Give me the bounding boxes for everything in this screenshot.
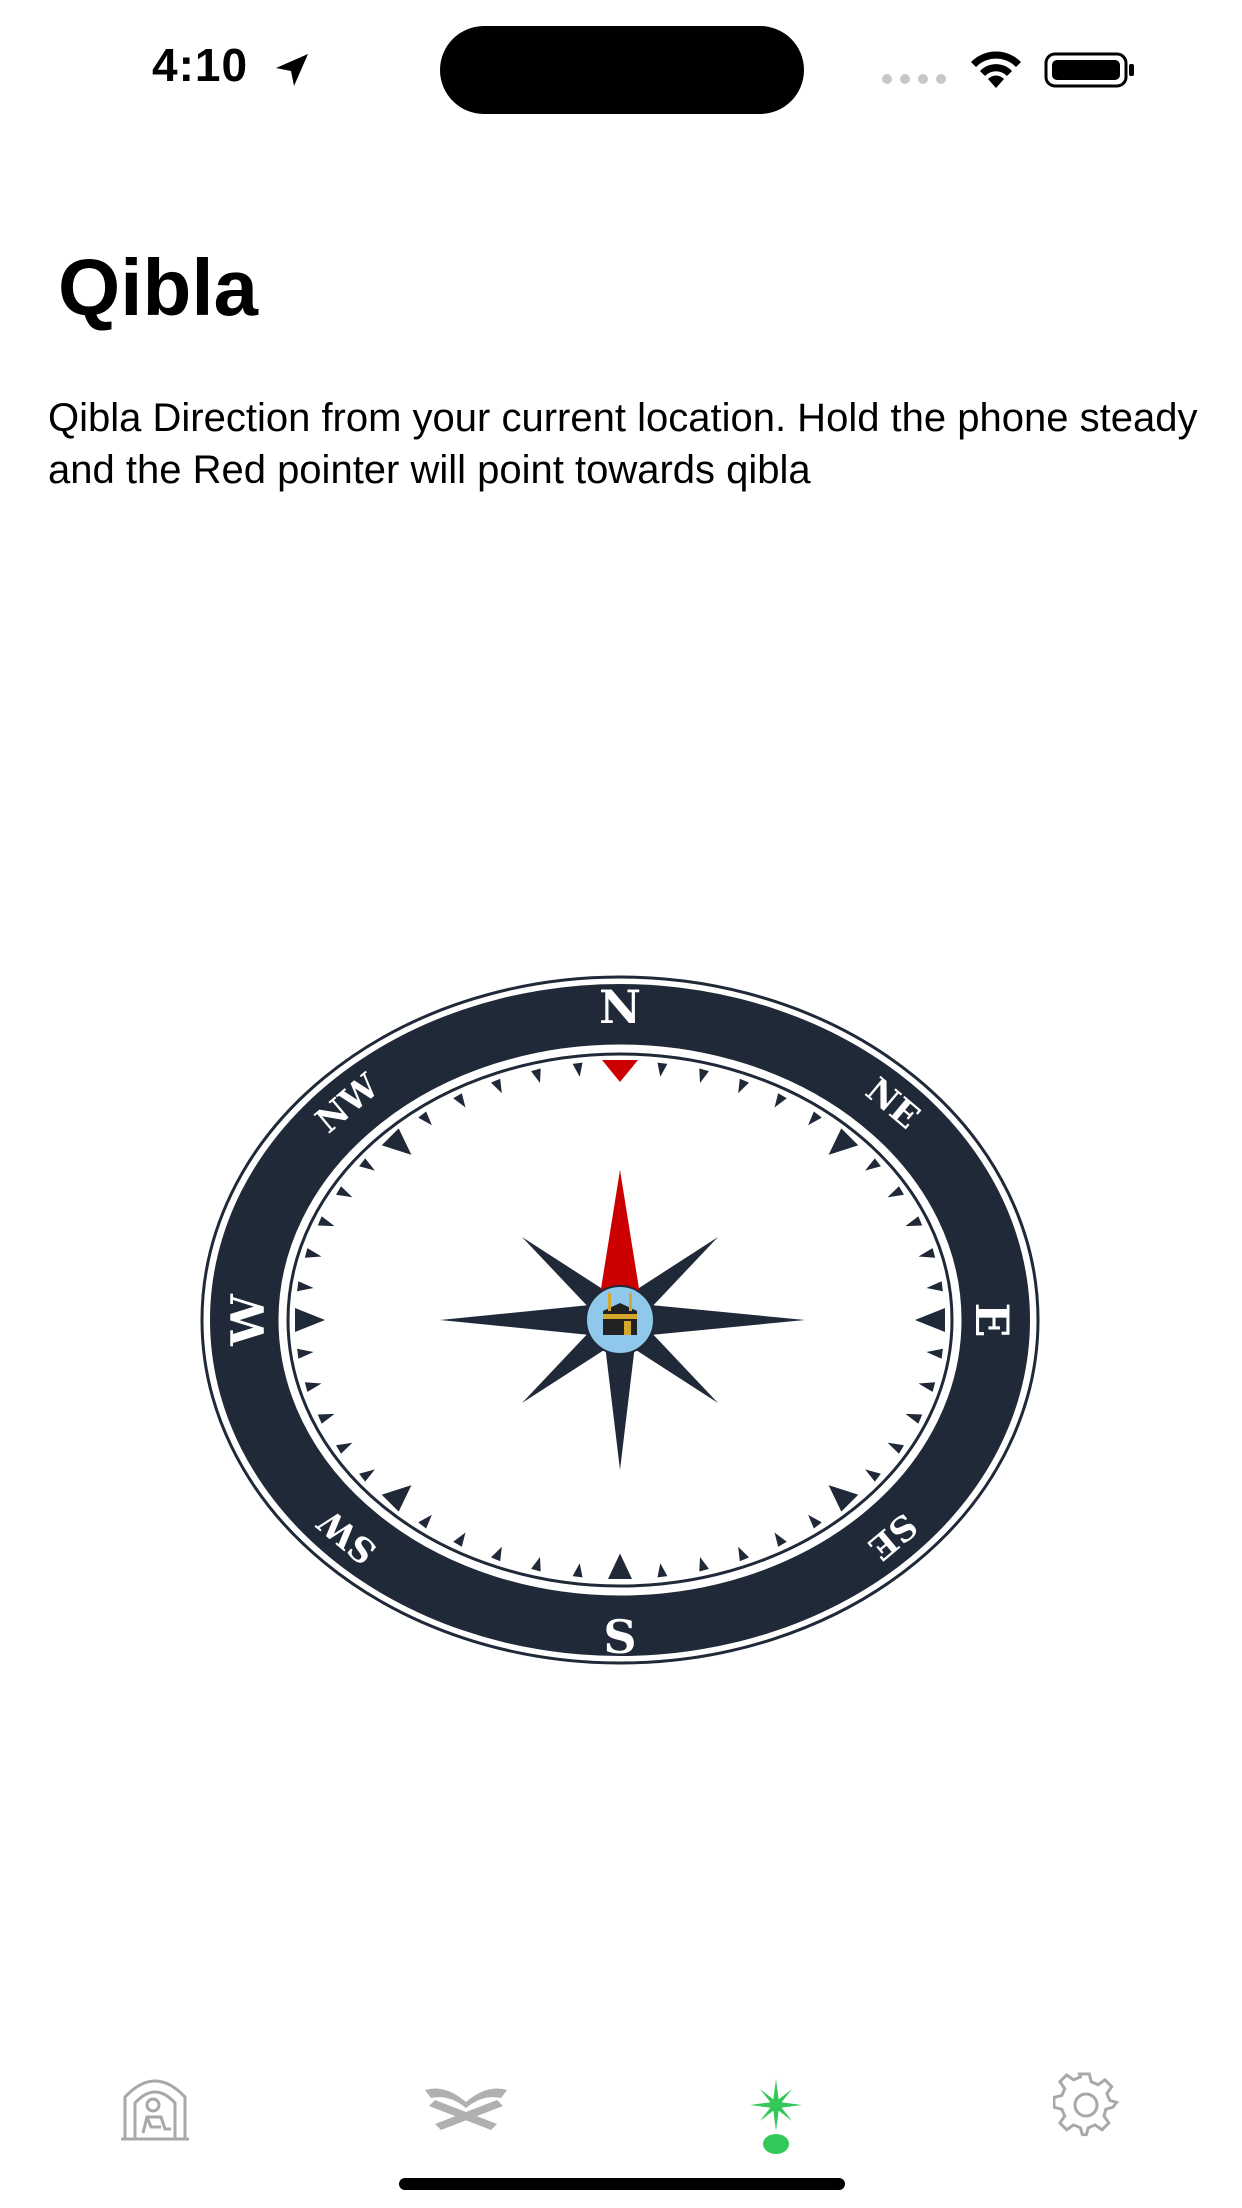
kaaba-icon <box>585 1285 655 1355</box>
cellular-signal-icon <box>882 74 946 84</box>
tab-quran[interactable] <box>386 2040 546 2170</box>
tab-settings[interactable] <box>1006 2040 1166 2170</box>
page-title: Qibla <box>58 243 259 332</box>
status-bar: 4:10 <box>0 0 1242 140</box>
direction-n: N <box>599 980 641 1034</box>
tab-prayer[interactable] <box>75 2040 235 2170</box>
dynamic-island <box>440 26 804 114</box>
battery-icon <box>1044 52 1134 88</box>
direction-w: W <box>221 1293 275 1347</box>
settings-gear-icon <box>1053 2072 1119 2137</box>
direction-e: E <box>965 1302 1019 1337</box>
qibla-compass-icon <box>750 2079 802 2131</box>
status-time: 4:10 <box>152 39 249 91</box>
quran-stand-icon <box>425 2088 507 2130</box>
location-arrow-icon <box>276 54 308 86</box>
active-tab-indicator <box>763 2134 789 2154</box>
compass-graphic: N S E W NE NW SE SW <box>200 975 1040 1665</box>
home-indicator <box>399 2178 845 2190</box>
qibla-compass: N S E W NE NW SE SW <box>200 975 1040 1665</box>
wifi-icon <box>971 51 1021 88</box>
direction-s: S <box>603 1610 636 1664</box>
page-description: Qibla Direction from your current locati… <box>48 396 1198 492</box>
prayer-mosque-icon <box>121 2079 189 2141</box>
